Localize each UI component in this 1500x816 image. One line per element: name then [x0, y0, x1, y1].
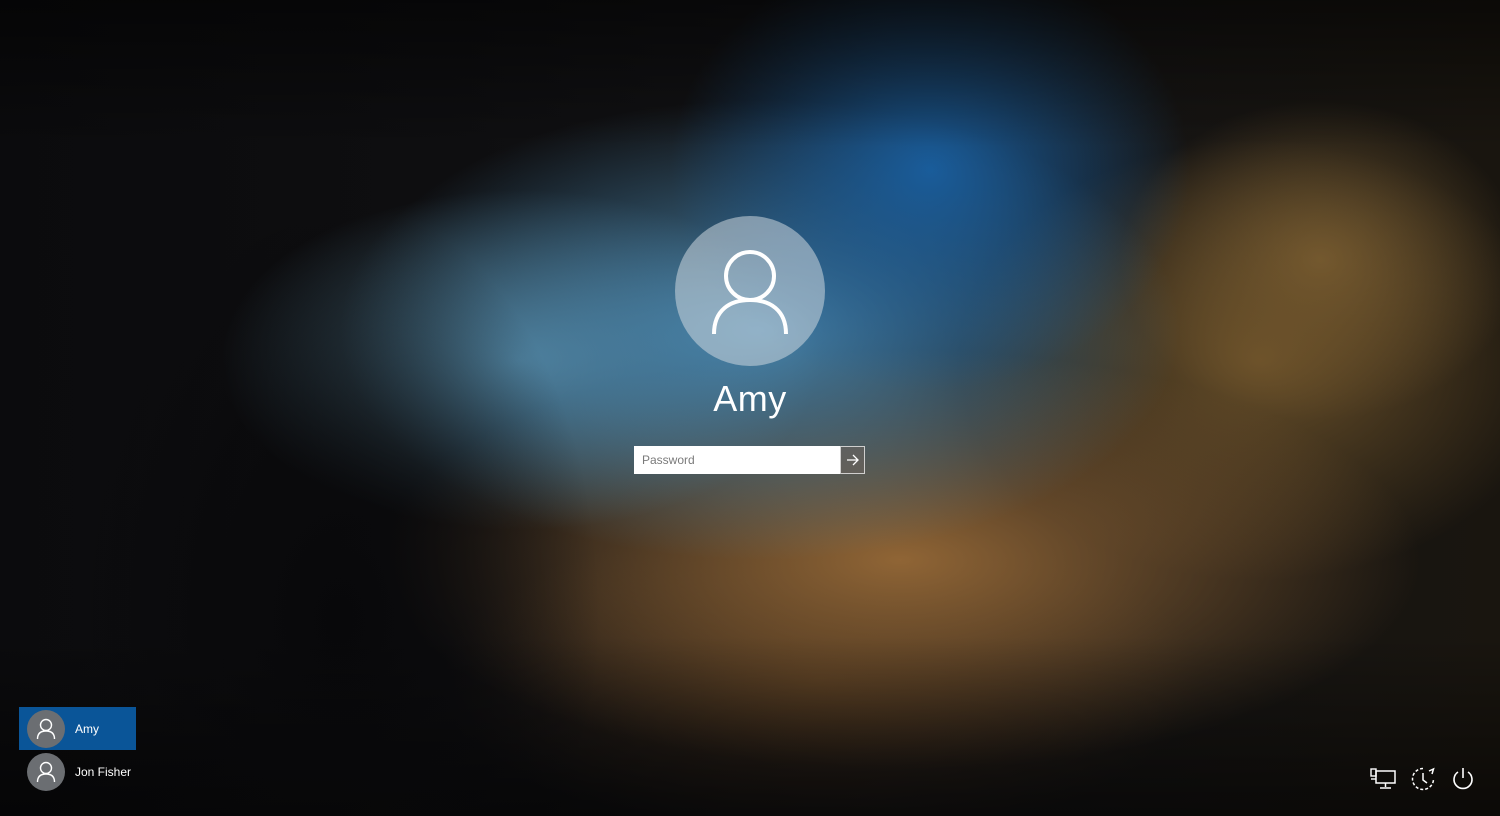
user-list: Amy Jon Fisher	[19, 707, 136, 793]
user-avatar-large	[675, 216, 825, 366]
user-item-amy[interactable]: Amy	[19, 707, 136, 750]
arrow-right-icon	[846, 454, 859, 466]
accessibility-icon	[1411, 767, 1435, 791]
system-buttons	[1370, 764, 1476, 794]
user-item-jon-fisher[interactable]: Jon Fisher	[19, 750, 136, 793]
power-icon	[1453, 768, 1473, 790]
network-icon	[1370, 768, 1396, 789]
user-item-label: Amy	[75, 721, 99, 736]
user-icon	[712, 250, 788, 335]
user-item-label: Jon Fisher	[75, 764, 132, 779]
user-avatar	[27, 709, 65, 748]
accessibility-button[interactable]	[1410, 764, 1436, 794]
user-icon	[36, 718, 56, 739]
user-icon	[36, 761, 56, 782]
password-input[interactable]	[634, 446, 840, 474]
user-avatar	[27, 752, 65, 791]
submit-button[interactable]	[840, 446, 865, 474]
password-row	[634, 446, 865, 474]
account-name: Amy	[713, 378, 787, 419]
network-button[interactable]	[1370, 764, 1396, 794]
power-button[interactable]	[1450, 764, 1476, 794]
lock-screen: Amy Amy Jon Fisher	[0, 0, 1500, 816]
